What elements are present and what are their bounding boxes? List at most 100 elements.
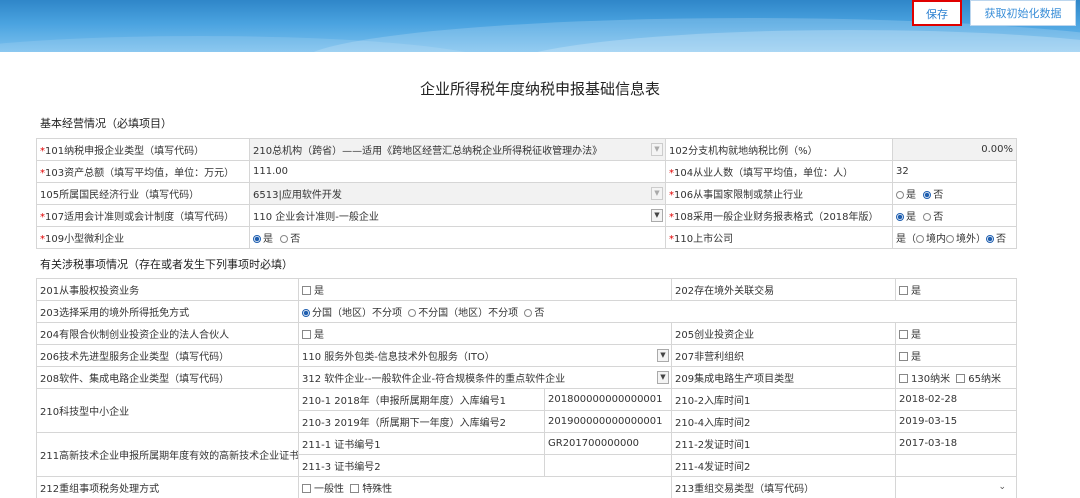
field-label: 104从业人数（填写平均值，单位：人） <box>674 168 854 179</box>
field-label: 210-2入库时间1 <box>675 396 751 407</box>
accounting-standard-select[interactable]: 110 企业会计准则-一般企业 ▼ <box>249 204 666 227</box>
table-row: 210科技型中小企业 210-1 2018年（申报所属期年度）入库编号1 201… <box>36 388 1017 433</box>
small-micro-radio-group: 是 否 <box>249 226 666 249</box>
radio-label: 否 <box>290 234 301 245</box>
field-value: GR201700000000 <box>548 438 640 449</box>
field-label: 211高新技术企业申报所属期年度有效的高新技术企业证书 <box>40 451 299 462</box>
restructuring-type-select[interactable]: ⌄ <box>895 476 1017 498</box>
get-init-data-button[interactable]: 获取初始化数据 <box>970 0 1076 26</box>
table-row: 203选择采用的境外所得抵免方式 分国（地区）不分项 不分国（地区）不分项 否 <box>36 300 1017 323</box>
radio-by-country[interactable] <box>302 309 310 317</box>
checkbox-130nm[interactable] <box>899 374 908 383</box>
radio-yes[interactable] <box>253 235 261 243</box>
table-row: 208软件、集成电路企业类型（填写代码） 312 软件企业--一般软件企业-符合… <box>36 366 1017 389</box>
row-label: *103资产总额（填写平均值，单位：万元） <box>36 160 250 183</box>
field-label: 210-3 2019年（所属期下一年度）入库编号2 <box>302 418 507 429</box>
field-label: 108采用一般企业财务报表格式（2018年版） <box>674 212 879 223</box>
checkbox-special[interactable] <box>350 484 360 493</box>
radio-no[interactable] <box>986 235 994 243</box>
radio-overseas[interactable] <box>946 235 954 243</box>
checkbox[interactable] <box>899 330 908 339</box>
radio-no[interactable] <box>923 213 932 221</box>
listed-company-radio-group: 是（ 境内 境外） 否 <box>892 226 1017 249</box>
chevron-down-icon: ▼ <box>657 371 669 384</box>
checkbox-65nm[interactable] <box>956 374 966 383</box>
advanced-service-select[interactable]: 110 服务外包类-信息技术外包服务（ITO） ▼ <box>298 344 672 367</box>
select-value: 110 服务外包类-信息技术外包服务（ITO） <box>302 352 495 363</box>
employee-count-input[interactable]: 32 <box>892 160 1017 183</box>
certificate-no-2-input[interactable] <box>544 454 672 477</box>
certificate-no-1-input[interactable]: GR201700000000 <box>544 432 672 455</box>
field-label: 201从事股权投资业务 <box>40 286 140 297</box>
radio-yes[interactable] <box>896 213 904 221</box>
select-value: 6513|应用软件开发 <box>253 190 342 201</box>
field-label: 212重组事项税务处理方式 <box>40 484 160 495</box>
field-label: 106从事国家限制或禁止行业 <box>674 190 804 201</box>
radio-domestic[interactable] <box>916 235 924 243</box>
checkbox[interactable] <box>899 286 908 295</box>
total-assets-input[interactable]: 111.00 <box>249 160 666 183</box>
row-label: 202存在境外关联交易 <box>671 278 896 301</box>
venture-capital-checkbox[interactable]: 是 <box>895 322 1017 345</box>
row-label: *109小型微利企业 <box>36 226 250 249</box>
checkbox[interactable] <box>302 286 311 295</box>
registration-no-2-input[interactable]: 201900000000000001 <box>544 410 672 433</box>
credit-method-radio-group: 分国（地区）不分项 不分国（地区）不分项 否 <box>298 300 1017 323</box>
select-value: 110 企业会计准则-一般企业 <box>253 212 379 223</box>
radio-label: 否 <box>933 212 944 223</box>
sub-label: 210-1 2018年（申报所属期年度）入库编号1 <box>298 388 545 411</box>
table-row: *109小型微利企业 是 否 *110上市公司 是（ 境内 境外） 否 <box>36 226 1017 249</box>
table-row: *107适用会计准则或会计制度（填写代码） 110 企业会计准则-一般企业 ▼ *… <box>36 204 1017 227</box>
equity-investment-checkbox[interactable]: 是 <box>298 278 672 301</box>
row-label: 102分支机构就地纳税比例（%） <box>665 138 893 161</box>
section-title-basic: 基本经营情况（必填项目） <box>40 117 172 130</box>
certificate-date-1-input[interactable]: 2017-03-18 <box>895 432 1017 455</box>
chevron-down-icon: ▼ <box>651 143 663 156</box>
checkbox[interactable] <box>899 352 908 361</box>
radio-label: 分国（地区）不分项 <box>312 308 402 319</box>
radio-label: 境外） <box>956 234 986 245</box>
overseas-related-checkbox[interactable]: 是 <box>895 278 1017 301</box>
radio-not-by-country[interactable] <box>408 309 417 317</box>
branch-ratio-field[interactable]: 0.00% <box>892 138 1017 161</box>
row-label: 208软件、集成电路企业类型（填写代码） <box>36 366 299 389</box>
checkbox-label: 130纳米 <box>911 374 951 385</box>
field-label: 209集成电路生产项目类型 <box>675 374 795 385</box>
radio-no[interactable] <box>923 191 932 199</box>
row-label: *101纳税申报企业类型（填写代码） <box>36 138 250 161</box>
table-row: *101纳税申报企业类型（填写代码） 210总机构（跨省）——适用《跨地区经营汇… <box>36 138 1017 161</box>
row-label: *110上市公司 <box>665 226 893 249</box>
select-value: 312 软件企业--一般软件企业-符合规模条件的重点软件企业 <box>302 374 566 385</box>
registration-date-2-input[interactable]: 2019-03-15 <box>895 410 1017 433</box>
sub-label: 211-3 证书编号2 <box>298 454 545 477</box>
field-label: 213重组交易类型（填写代码） <box>675 484 815 495</box>
radio-label: 是（ <box>896 234 916 245</box>
checkbox-label: 是 <box>314 330 324 341</box>
field-label: 208软件、集成电路企业类型（填写代码） <box>40 374 230 385</box>
field-value: 2017-03-18 <box>899 438 958 449</box>
nonprofit-checkbox[interactable]: 是 <box>895 344 1017 367</box>
radio-no[interactable] <box>280 235 289 243</box>
checkbox-label: 是 <box>314 286 324 297</box>
checkbox-label: 是 <box>911 330 921 341</box>
radio-yes[interactable] <box>896 191 904 199</box>
field-label: 207非营利组织 <box>675 352 745 363</box>
checkbox-general[interactable] <box>302 484 311 493</box>
field-label: 205创业投资企业 <box>675 330 755 341</box>
industry-select[interactable]: 6513|应用软件开发 ▼ <box>249 182 666 205</box>
registration-date-1-input[interactable]: 2018-02-28 <box>895 388 1017 411</box>
registration-no-1-input[interactable]: 201800000000000001 <box>544 388 672 411</box>
software-ic-select[interactable]: 312 软件企业--一般软件企业-符合规模条件的重点软件企业 ▼ <box>298 366 672 389</box>
partner-checkbox[interactable]: 是 <box>298 322 672 345</box>
save-button[interactable]: 保存 <box>912 0 962 26</box>
certificate-date-2-input[interactable] <box>895 454 1017 477</box>
section-title-tax-matters: 有关涉税事项情况（存在或者发生下列事项时必填） <box>40 258 293 271</box>
checkbox[interactable] <box>302 330 311 339</box>
taxpayer-type-select[interactable]: 210总机构（跨省）——适用《跨地区经营汇总纳税企业所得税征收管理办法》 ▼ <box>249 138 666 161</box>
field-label: 211-4发证时间2 <box>675 462 751 473</box>
ic-project-checkbox-group: 130纳米 65纳米 <box>895 366 1017 389</box>
radio-label: 否 <box>534 308 545 319</box>
field-label: 211-3 证书编号2 <box>302 462 381 473</box>
radio-no[interactable] <box>524 309 533 317</box>
chevron-down-icon: ⌄ <box>998 482 1006 492</box>
